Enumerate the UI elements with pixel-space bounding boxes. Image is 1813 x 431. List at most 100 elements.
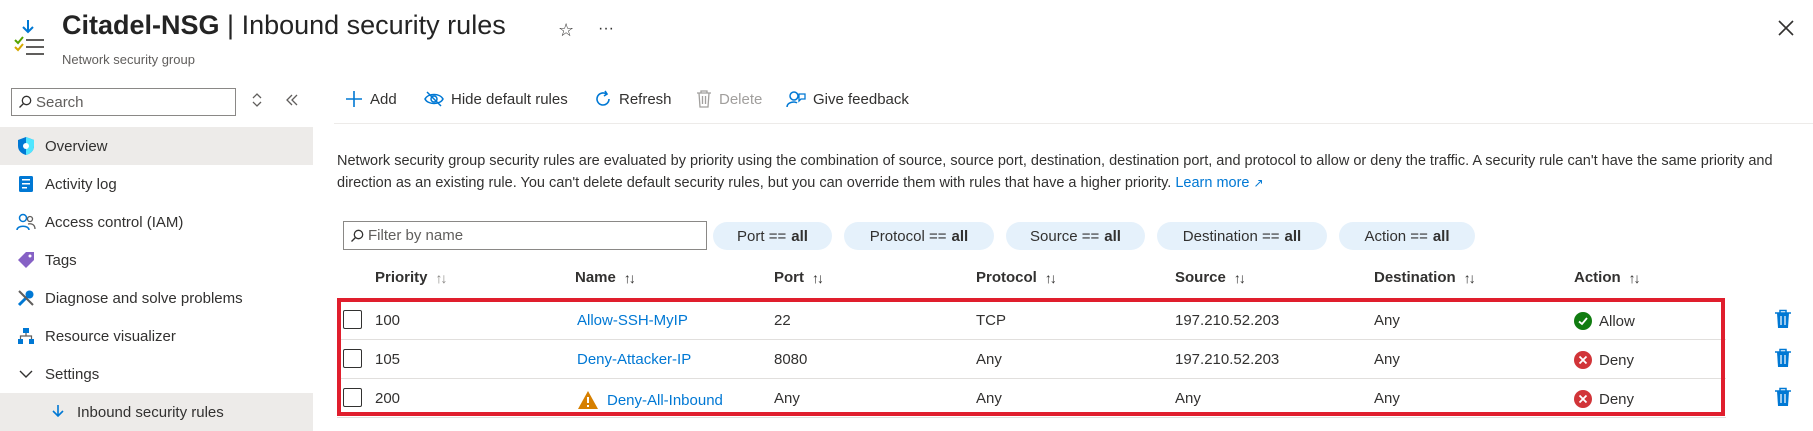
table-row[interactable]: 200 Deny-All-Inbound Any Any Any Any Den…: [337, 379, 1726, 418]
sidebar-item-inbound-security-rules[interactable]: Inbound security rules: [0, 393, 313, 431]
learn-more-link[interactable]: Learn more ↗: [1175, 175, 1263, 191]
deny-x-icon: [1574, 351, 1592, 369]
sidebar-item-resource-visualizer[interactable]: Resource visualizer: [0, 317, 313, 355]
nsg-resource-icon: [14, 18, 46, 62]
filter-by-name[interactable]: [343, 221, 707, 250]
cell-priority: 105: [375, 351, 401, 368]
cell-port: 22: [774, 312, 791, 329]
sidebar-item-label: Activity log: [45, 175, 117, 193]
hide-default-rules-button[interactable]: Hide default rules: [424, 90, 568, 108]
column-header-destination[interactable]: Destination ↑↓: [1374, 269, 1476, 286]
give-feedback-button[interactable]: Give feedback: [786, 90, 909, 108]
description-text: Network security group security rules ar…: [337, 150, 1797, 194]
column-header-action[interactable]: Action ↑↓: [1574, 269, 1641, 286]
table-row[interactable]: 105 Deny-Attacker-IP 8080 Any 197.210.52…: [337, 340, 1726, 379]
row-delete-icon[interactable]: [1774, 348, 1794, 370]
feedback-icon: [786, 90, 806, 108]
column-header-source[interactable]: Source ↑↓: [1175, 269, 1246, 286]
column-header-port[interactable]: Port ↑↓: [774, 269, 824, 286]
cell-source: 197.210.52.203: [1175, 312, 1280, 329]
sidebar-item-diagnose[interactable]: Diagnose and solve problems: [0, 279, 313, 317]
title-separator: |: [219, 10, 242, 40]
sidebar-item-label: Resource visualizer: [45, 327, 176, 345]
filter-pill-port[interactable]: Port == all: [713, 222, 832, 250]
table-row[interactable]: 100 Allow-SSH-MyIP 22 TCP 197.210.52.203…: [337, 301, 1726, 340]
cell-action: Deny: [1574, 390, 1634, 408]
trash-icon: [696, 90, 712, 108]
hierarchy-icon: [16, 326, 36, 346]
more-options-icon[interactable]: ···: [598, 20, 614, 38]
warning-icon: [577, 390, 599, 410]
refresh-label: Refresh: [619, 90, 672, 108]
column-header-priority[interactable]: Priority ↑↓: [375, 269, 448, 286]
give-feedback-label: Give feedback: [813, 90, 909, 108]
sidebar-item-overview[interactable]: Overview: [0, 127, 313, 165]
cell-name: Deny-All-Inbound: [577, 390, 723, 410]
cell-destination: Any: [1374, 312, 1400, 329]
row-checkbox[interactable]: [343, 310, 362, 329]
search-input[interactable]: [32, 92, 228, 112]
chevron-down-icon: [16, 364, 36, 384]
sidebar-search[interactable]: [11, 88, 236, 116]
refresh-button[interactable]: Refresh: [594, 90, 672, 108]
delete-button[interactable]: Delete: [696, 90, 762, 108]
search-icon: [350, 229, 364, 243]
row-delete-icon[interactable]: [1774, 387, 1794, 409]
cell-destination: Any: [1374, 351, 1400, 368]
people-icon: [16, 212, 36, 232]
deny-x-icon: [1574, 390, 1592, 408]
cell-protocol: Any: [976, 390, 1002, 407]
sort-icon: ↑↓: [623, 269, 636, 286]
page-title-text: Inbound security rules: [241, 10, 506, 40]
column-header-name[interactable]: Name ↑↓: [575, 269, 636, 286]
cell-protocol: Any: [976, 351, 1002, 368]
cell-source: 197.210.52.203: [1175, 351, 1280, 368]
row-checkbox[interactable]: [343, 349, 362, 368]
wrench-icon: [16, 288, 36, 308]
hide-default-rules-label: Hide default rules: [451, 90, 568, 108]
cell-port: 8080: [774, 351, 808, 368]
plus-icon: [345, 90, 363, 108]
collapse-sidebar-icon[interactable]: [285, 93, 299, 112]
row-delete-icon[interactable]: [1774, 309, 1794, 331]
sidebar-item-access-control[interactable]: Access control (IAM): [0, 203, 313, 241]
close-icon[interactable]: [1776, 18, 1796, 38]
resource-type-label: Network security group: [62, 52, 195, 67]
sidebar-item-tags[interactable]: Tags: [0, 241, 313, 279]
column-header-protocol[interactable]: Protocol ↑↓: [976, 269, 1057, 286]
cell-action: Deny: [1574, 351, 1634, 369]
cell-port: Any: [774, 390, 800, 407]
add-button[interactable]: Add: [345, 90, 397, 108]
refresh-icon: [594, 90, 612, 108]
search-icon: [18, 95, 32, 109]
cell-name-link[interactable]: Deny-Attacker-IP: [577, 351, 691, 368]
cell-priority: 100: [375, 312, 401, 329]
filter-name-input[interactable]: [364, 226, 690, 245]
toolbar-divider: [334, 123, 1813, 124]
sidebar-item-label: Access control (IAM): [45, 213, 184, 231]
filter-pill-source[interactable]: Source == all: [1006, 222, 1145, 250]
cell-priority: 200: [375, 390, 401, 407]
sort-icon: ↑↓: [1463, 269, 1476, 286]
sidebar-item-label: Diagnose and solve problems: [45, 289, 243, 307]
tag-icon: [16, 250, 36, 270]
sort-icon: ↑↓: [1233, 269, 1246, 286]
sort-icon: ↑↓: [435, 269, 448, 286]
sidebar-item-label: Overview: [45, 137, 108, 155]
cell-destination: Any: [1374, 390, 1400, 407]
page-title: Citadel-NSG | Inbound security rules: [62, 10, 506, 41]
filter-pill-destination[interactable]: Destination == all: [1157, 222, 1327, 250]
allow-check-icon: [1574, 312, 1592, 330]
cell-name-link[interactable]: Deny-All-Inbound: [607, 392, 723, 409]
sidebar-group-settings[interactable]: Settings: [0, 355, 313, 393]
row-checkbox[interactable]: [343, 388, 362, 407]
sort-icon: ↑↓: [1628, 269, 1641, 286]
sidebar-item-activity-log[interactable]: Activity log: [0, 165, 313, 203]
expand-collapse-icon[interactable]: [251, 92, 263, 113]
filter-pill-protocol[interactable]: Protocol == all: [844, 222, 994, 250]
favorite-star-icon[interactable]: ☆: [558, 20, 574, 41]
cell-protocol: TCP: [976, 312, 1006, 329]
cell-name-link[interactable]: Allow-SSH-MyIP: [577, 312, 688, 329]
filter-pill-action[interactable]: Action == all: [1339, 222, 1475, 250]
cell-action: Allow: [1574, 312, 1635, 330]
